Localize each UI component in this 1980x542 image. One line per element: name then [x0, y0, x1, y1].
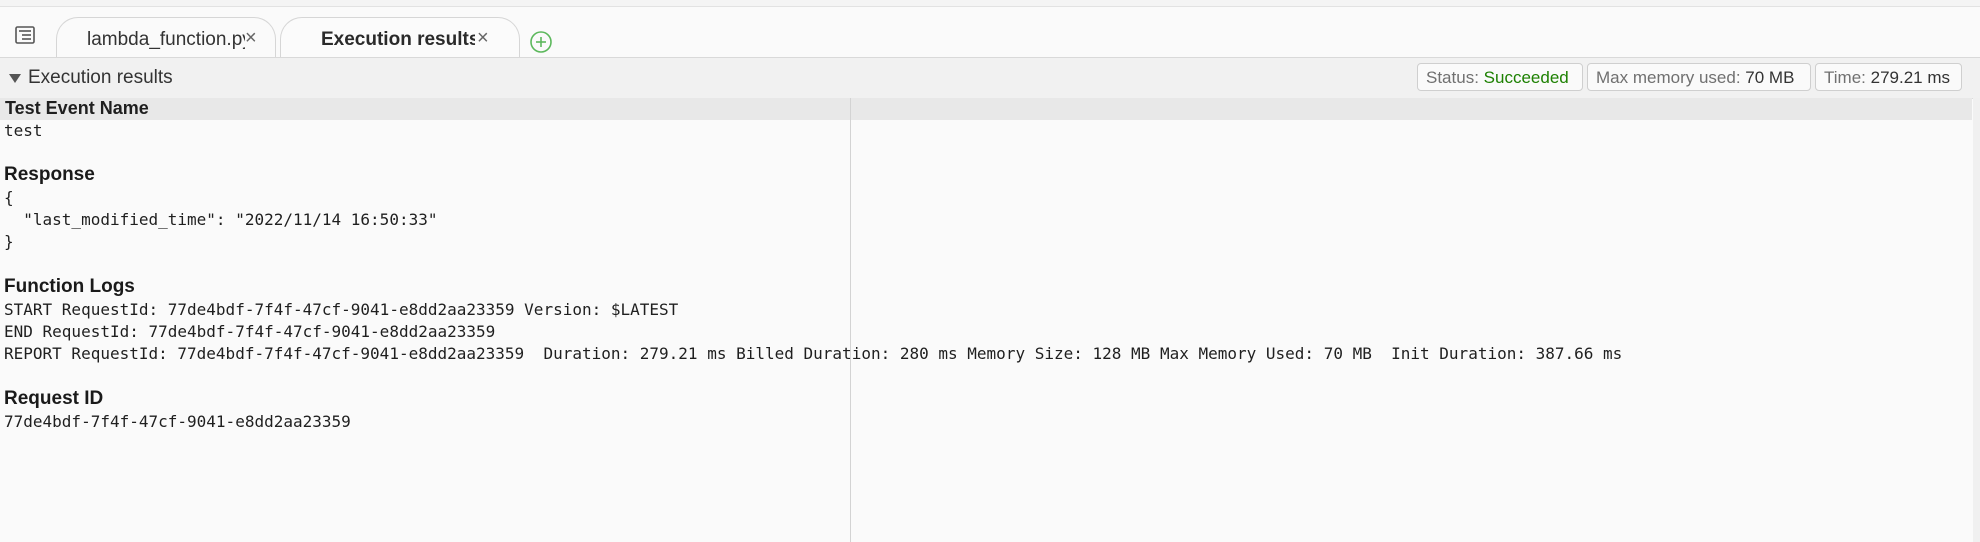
response-heading: Response — [4, 164, 95, 185]
status-badge: Status: Succeeded — [1417, 63, 1583, 91]
test-event-heading: Test Event Name — [5, 98, 149, 118]
time-label: Time: — [1824, 68, 1866, 87]
request-id-value: 77de4bdf-7f4f-47cf-9041-e8dd2aa23359 — [4, 412, 351, 431]
status-value: Succeeded — [1483, 68, 1569, 87]
request-id-heading: Request ID — [4, 388, 104, 409]
close-icon[interactable]: × — [477, 28, 489, 48]
execution-results-header: Execution results Status: Succeeded Max … — [0, 58, 1980, 99]
close-icon[interactable]: × — [245, 28, 257, 48]
test-event-value: test — [4, 121, 43, 140]
status-label: Status: — [1426, 68, 1479, 87]
tree-icon[interactable] — [12, 22, 38, 48]
response-line: { — [4, 188, 14, 207]
pane-divider[interactable] — [850, 98, 851, 542]
tab-execution-results[interactable]: Execution results × — [280, 17, 520, 57]
log-line: END RequestId: 77de4bdf-7f4f-47cf-9041-e… — [4, 322, 496, 341]
log-line: START RequestId: 77de4bdf-7f4f-47cf-9041… — [4, 300, 679, 319]
tab-lambda-function[interactable]: lambda_function.py × — [56, 17, 276, 57]
section-title[interactable]: Execution results — [28, 67, 173, 89]
memory-badge: Max memory used: 70 MB — [1587, 63, 1811, 91]
scrollbar[interactable] — [1973, 98, 1980, 542]
response-line: "last_modified_time": "2022/11/14 16:50:… — [4, 210, 438, 229]
response-line: } — [4, 232, 14, 251]
memory-label: Max memory used: — [1596, 68, 1741, 87]
log-line: REPORT RequestId: 77de4bdf-7f4f-47cf-904… — [4, 344, 1623, 363]
test-event-header-row: Test Event Name — [0, 98, 1972, 120]
tab-label: lambda_function.py — [87, 29, 245, 50]
memory-value: 70 MB — [1745, 68, 1795, 87]
time-badge: Time: 279.21 ms — [1815, 63, 1962, 91]
add-tab-icon[interactable] — [529, 30, 553, 54]
editor-tab-bar: lambda_function.py × Execution results × — [0, 7, 1980, 58]
tab-label: Execution results — [321, 29, 475, 50]
function-logs-heading: Function Logs — [4, 276, 135, 297]
time-value: 279.21 ms — [1870, 68, 1950, 87]
caret-down-icon[interactable] — [9, 74, 21, 83]
top-edge — [0, 0, 1980, 7]
